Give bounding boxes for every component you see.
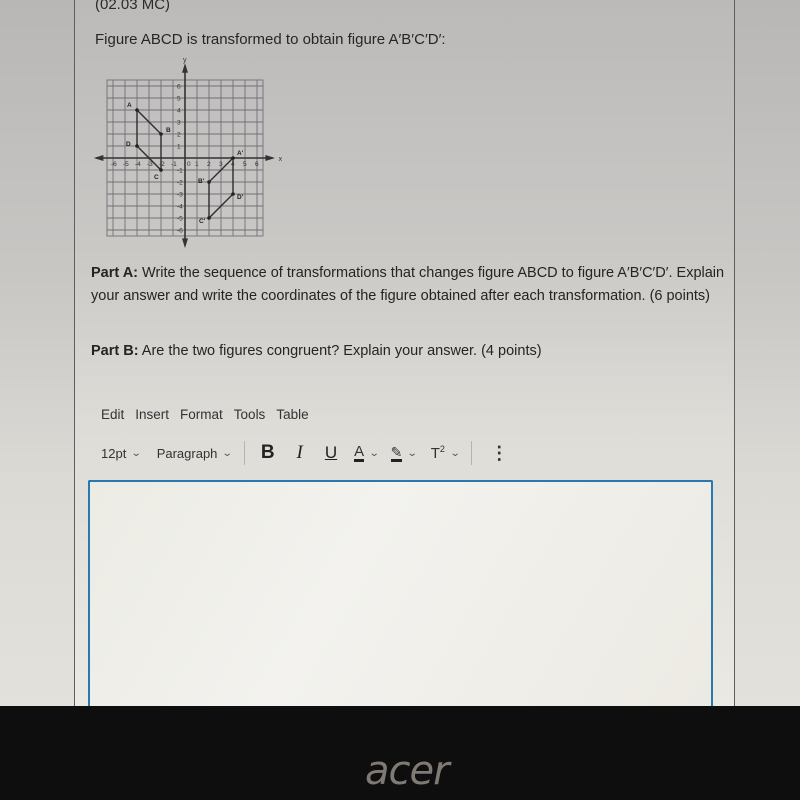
y-tick-label: 2 [177, 132, 181, 139]
menu-edit[interactable]: Edit [101, 407, 124, 422]
vertex-point [159, 168, 163, 172]
menu-table[interactable]: Table [276, 407, 308, 422]
vertex-label: C [154, 174, 159, 181]
part-a-label: Part A: [91, 265, 138, 281]
vertex-point [135, 144, 139, 148]
y-tick-label: -4 [177, 204, 183, 211]
underline-button[interactable]: U [325, 443, 337, 463]
superscript-icon: T2 [431, 444, 445, 462]
x-tick-label: 6 [255, 161, 259, 168]
axes: xy [93, 58, 283, 248]
x-tick-label: -4 [135, 161, 141, 168]
y-tick-label: 5 [177, 96, 181, 103]
italic-button[interactable]: I [297, 442, 303, 464]
y-axis-label: y [183, 58, 187, 64]
part-b-label: Part B: [91, 343, 139, 359]
vertex-point [231, 156, 235, 160]
y-axis-arrow-down [182, 238, 188, 248]
editor-menubar: Edit Insert Format Tools Table [101, 407, 309, 422]
font-size-value: 12pt [101, 445, 127, 461]
vertex-label: A' [237, 150, 244, 157]
y-tick-label: -5 [177, 216, 183, 223]
y-tick-label: -6 [177, 228, 183, 235]
vertex-label: D' [237, 194, 244, 201]
vertex-label: A [127, 102, 132, 109]
font-size-select[interactable]: 12pt ⌄ [101, 445, 142, 461]
chevron-down-icon: ⌄ [131, 447, 142, 459]
menu-format[interactable]: Format [180, 407, 223, 422]
laptop-brand-logo: acer [365, 748, 450, 794]
highlighter-icon: ✎ [390, 443, 403, 462]
chevron-down-icon: ⌄ [368, 447, 380, 459]
vertex-label: B' [198, 178, 205, 185]
x-tick-label: 2 [207, 161, 211, 168]
y-tick-label: 1 [177, 144, 181, 151]
x-tick-label: 3 [219, 161, 223, 168]
y-tick-label: 6 [177, 84, 181, 91]
x-tick-label: -2 [159, 161, 165, 168]
x-axis-label: x [279, 156, 283, 163]
more-options-icon[interactable]: ⋮ [490, 443, 508, 464]
block-format-select[interactable]: Paragraph ⌄ [156, 445, 234, 461]
y-tick-label: -2 [177, 180, 183, 187]
text-color-button[interactable]: A ⌄ [354, 442, 380, 462]
x-tick-label: -6 [111, 161, 117, 168]
y-tick-label: -3 [177, 192, 183, 199]
superscript-t: T [430, 445, 440, 462]
vertex-label: B [166, 127, 171, 134]
part-b-text: Are the two figures congruent? Explain y… [138, 343, 542, 359]
part-a: Part A: Write the sequence of transforma… [91, 262, 731, 308]
chevron-down-icon: ⌄ [222, 447, 234, 459]
part-b: Part B: Are the two figures congruent? E… [91, 343, 731, 359]
x-tick-label: 0 [187, 161, 191, 168]
y-tick-label: 3 [177, 120, 181, 127]
superscript-2: 2 [439, 444, 445, 454]
vertex-label: D [126, 141, 131, 148]
chevron-down-icon: ⌄ [407, 447, 418, 459]
y-axis-arrow-up [182, 63, 188, 73]
editor-toolbar: 12pt ⌄ Paragraph ⌄ B I U A ⌄ ✎ ⌄ T2 ⌄ ⋮ [101, 440, 508, 466]
vertex-point [231, 192, 235, 196]
menu-tools[interactable]: Tools [234, 407, 266, 422]
superscript-button[interactable]: T2 ⌄ [431, 444, 461, 462]
x-tick-label: -5 [123, 161, 129, 168]
x-tick-label: 1 [195, 161, 199, 168]
question-code: (02.03 MC) [95, 0, 171, 13]
question-page: (02.03 MC) Figure ABCD is transformed to… [74, 0, 735, 722]
x-tick-label: 5 [243, 161, 247, 168]
question-intro: Figure ABCD is transformed to obtain fig… [95, 31, 446, 48]
menu-insert[interactable]: Insert [135, 407, 169, 422]
vertex-point [207, 216, 211, 220]
answer-text-area[interactable] [88, 480, 713, 722]
vertex-label: C' [199, 218, 206, 225]
text-color-icon: A [354, 442, 365, 462]
highlight-color-button[interactable]: ✎ ⌄ [390, 443, 418, 462]
part-a-text: Write the sequence of transformations th… [91, 265, 725, 304]
coordinate-graph: xy -6 -5 -4 -3 -2 -1 0 1 2 3 4 5 6654321-1-2-3-4-5-6… [93, 58, 283, 248]
chevron-down-icon: ⌄ [449, 447, 461, 459]
block-format-value: Paragraph [156, 445, 218, 461]
bold-button[interactable]: B [261, 442, 275, 464]
y-tick-label: -1 [177, 168, 183, 175]
vertex-point [159, 132, 163, 136]
x-axis-arrow-left [93, 155, 104, 161]
toolbar-divider [471, 441, 473, 465]
toolbar-divider [243, 441, 245, 465]
vertex-point [135, 108, 139, 112]
y-tick-label: 4 [177, 108, 181, 115]
vertex-point [207, 180, 211, 184]
x-axis-arrow-right [265, 155, 275, 161]
